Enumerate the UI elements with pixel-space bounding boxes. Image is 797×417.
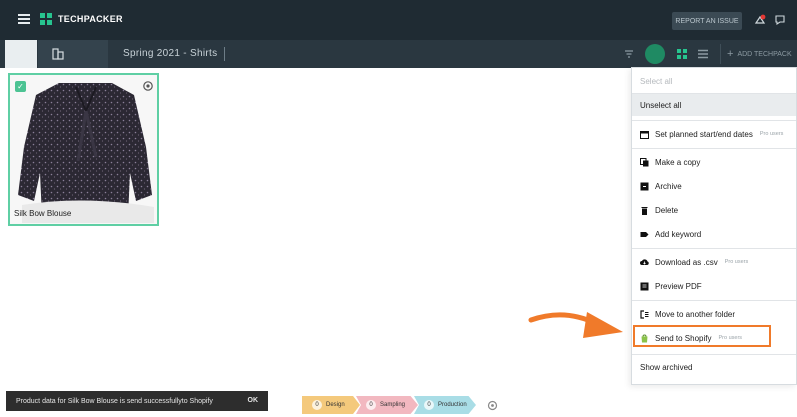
menu-item-select-all[interactable]: Select all (632, 70, 796, 92)
hamburger-menu-icon[interactable] (18, 14, 30, 24)
stage-settings-gear-icon[interactable] (487, 400, 498, 411)
menu-item-set-dates[interactable]: Set planned start/end dates Pro users (632, 123, 796, 145)
menu-item-label: Show archived (640, 362, 693, 372)
shopify-highlight-box (633, 325, 771, 347)
add-techpack-label: ADD TECHPACK (737, 50, 792, 58)
page-title[interactable]: Spring 2021 - Shirts (123, 48, 217, 59)
stage-count: 0 (424, 400, 434, 410)
stage-sampling[interactable]: 0 Sampling (356, 396, 418, 414)
report-issue-button[interactable]: REPORT AN ISSUE (672, 12, 742, 30)
tag-icon (640, 231, 649, 237)
menu-item-label: Preview PDF (655, 281, 702, 291)
top-bar: TECHPACKER REPORT AN ISSUE (0, 0, 797, 40)
filter-icon[interactable] (624, 49, 634, 59)
help-icon[interactable] (774, 14, 786, 26)
building-icon (52, 48, 64, 60)
divider (632, 148, 796, 149)
pro-badge: Pro users (724, 259, 749, 265)
menu-item-label: Make a copy (655, 157, 701, 167)
menu-item-add-keyword[interactable]: Add keyword (632, 223, 796, 245)
stage-label: Production (438, 402, 467, 408)
stage-count: 0 (366, 400, 376, 410)
arrow-annotation-icon (528, 312, 623, 338)
divider (632, 300, 796, 301)
menu-item-label: Archive (655, 181, 682, 191)
list-view-icon[interactable] (697, 48, 709, 60)
folder-bar: Spring 2021 - Shirts + ADD TECHPACK (0, 40, 797, 68)
menu-item-label: Download as .csv (655, 257, 718, 267)
stage-design[interactable]: 0 Design (302, 396, 360, 414)
calendar-icon (640, 130, 649, 139)
trash-icon (641, 206, 648, 215)
stage-pipeline: 0 Design 0 Sampling 0 Production (302, 396, 476, 414)
folder-tab[interactable] (38, 40, 108, 68)
divider (632, 248, 796, 249)
app-logo[interactable]: TECHPACKER (40, 13, 123, 25)
stage-label: Design (326, 402, 345, 408)
success-toast: Product data for Silk Bow Blouse is send… (6, 391, 268, 411)
menu-item-label: Add keyword (655, 229, 702, 239)
move-folder-icon (640, 309, 649, 319)
menu-item-label: Select all (640, 76, 673, 86)
toast-ok-button[interactable]: OK (248, 397, 259, 404)
notification-icon[interactable] (754, 14, 766, 26)
logo-icon (40, 13, 52, 25)
plus-icon: + (727, 48, 734, 60)
title-divider (224, 47, 225, 61)
grid-view-icon[interactable] (676, 48, 688, 60)
stage-label: Sampling (380, 402, 406, 408)
divider (632, 354, 796, 355)
menu-item-label: Set planned start/end dates (655, 129, 753, 139)
stage-production[interactable]: 0 Production (414, 396, 476, 414)
pro-badge: Pro users (759, 131, 784, 137)
menu-item-label: Move to another folder (655, 309, 736, 319)
avatar[interactable] (645, 44, 665, 64)
menu-item-make-copy[interactable]: Make a copy (632, 151, 796, 173)
toast-message: Product data for Silk Bow Blouse is send… (16, 397, 213, 405)
menu-item-preview-pdf[interactable]: Preview PDF (632, 275, 796, 297)
menu-item-unselect-all[interactable]: Unselect all (632, 94, 796, 116)
menu-item-show-archived[interactable]: Show archived (632, 356, 796, 378)
product-name[interactable]: Silk Bow Blouse (14, 209, 71, 218)
select-checkbox[interactable]: ✓ (15, 81, 26, 92)
logo-text: TECHPACKER (58, 14, 123, 24)
copy-icon (640, 157, 649, 166)
product-image (18, 83, 154, 223)
product-card[interactable]: ✓ Silk Bow Blouse (8, 73, 159, 226)
add-techpack-button[interactable]: + ADD TECHPACK (720, 44, 797, 64)
back-panel[interactable] (5, 40, 37, 68)
stage-count: 0 (312, 400, 322, 410)
archive-icon (640, 182, 649, 190)
menu-item-label: Unselect all (640, 100, 682, 110)
divider (632, 120, 796, 121)
gear-icon[interactable] (142, 80, 154, 92)
menu-item-archive[interactable]: Archive (632, 175, 796, 197)
pdf-icon (640, 282, 649, 290)
menu-item-label: Delete (655, 205, 679, 215)
menu-item-delete[interactable]: Delete (632, 199, 796, 221)
menu-item-download-csv[interactable]: Download as .csv Pro users (632, 251, 796, 273)
menu-item-move-folder[interactable]: Move to another folder (632, 303, 796, 325)
cloud-download-icon (640, 258, 649, 265)
